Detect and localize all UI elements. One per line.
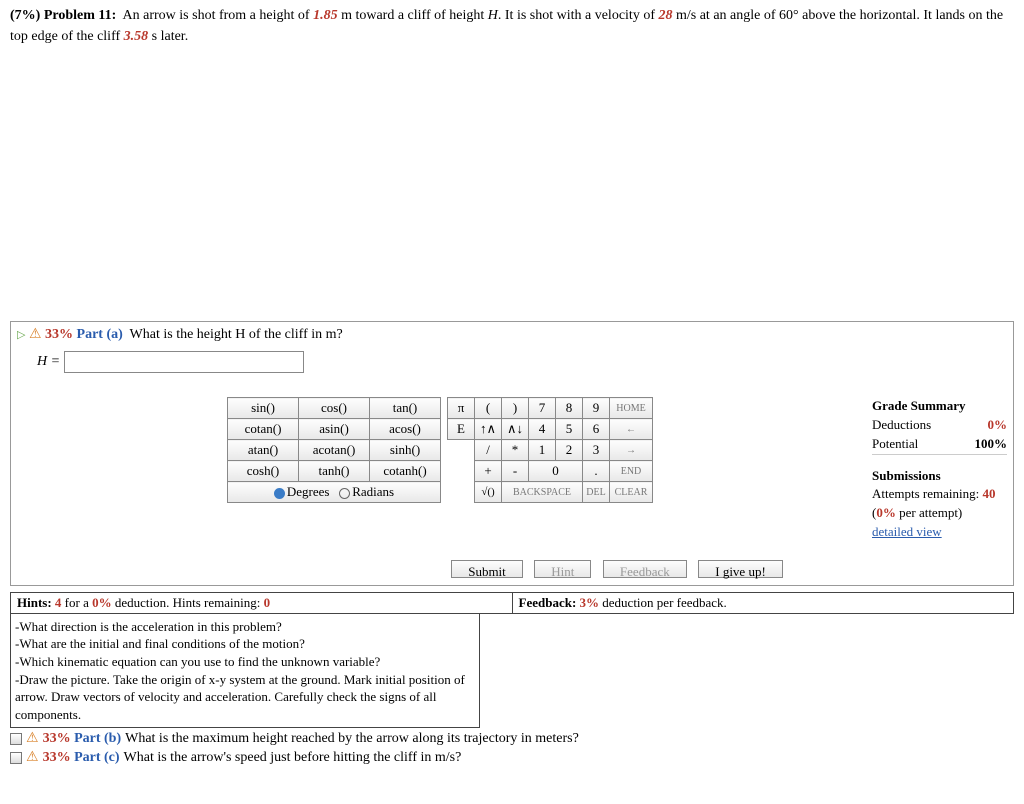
key-tan[interactable]: tan() [370,398,441,419]
hint-item: -What are the initial and final conditio… [15,635,475,653]
hint-item: -Which kinematic equation can you use to… [15,653,475,671]
key-tanh[interactable]: tanh() [299,461,370,482]
key-7[interactable]: 7 [529,398,556,419]
key-asin[interactable]: asin() [299,419,370,440]
key-home[interactable]: HOME [610,398,653,419]
key-del[interactable]: DEL [583,482,610,503]
warn-icon: ⚠ [29,327,42,342]
key-1[interactable]: 1 [529,440,556,461]
key-cos[interactable]: cos() [299,398,370,419]
key-pi[interactable]: π [448,398,475,419]
expand-icon[interactable] [10,752,22,764]
radio-radians[interactable] [339,488,350,499]
answer-input[interactable] [64,351,304,373]
warn-icon: ⚠ [26,749,39,766]
function-pad: sin()cos()tan() cotan()asin()acos() atan… [227,397,441,503]
hint-list: -What direction is the acceleration in t… [10,614,480,728]
key-sinh[interactable]: sinh() [370,440,441,461]
key-5[interactable]: 5 [556,419,583,440]
key-dot[interactable]: . [583,461,610,482]
submit-button[interactable]: Submit [451,560,523,578]
hint-item: -What direction is the acceleration in t… [15,618,475,636]
feedback-button[interactable]: Feedback [603,560,687,578]
detailed-view-link[interactable]: detailed view [872,523,1007,542]
key-mul[interactable]: * [502,440,529,461]
key-acotan[interactable]: acotan() [299,440,370,461]
expand-icon[interactable]: ▷ [17,329,25,341]
part-b-line: ⚠ 33% Part (b) What is the maximum heigh… [10,730,1014,747]
part-c-line: ⚠ 33% Part (c) What is the arrow's speed… [10,749,1014,766]
hint-button[interactable]: Hint [534,560,591,578]
action-row: Submit Hint Feedback I give up! [227,560,1007,581]
key-9[interactable]: 9 [583,398,610,419]
key-cotan[interactable]: cotan() [228,419,299,440]
key-8[interactable]: 8 [556,398,583,419]
key-6[interactable]: 6 [583,419,610,440]
hints-bar: Hints: 4 for a 0% deduction. Hints remai… [10,592,1014,614]
hint-item: -Draw the picture. Take the origin of x-… [15,671,475,724]
angle-mode: Degrees Radians [228,482,441,503]
key-3[interactable]: 3 [583,440,610,461]
radio-degrees[interactable] [274,488,285,499]
key-end[interactable]: END [610,461,653,482]
key-sin[interactable]: sin() [228,398,299,419]
key-2[interactable]: 2 [556,440,583,461]
key-0[interactable]: 0 [529,461,583,482]
key-rparen[interactable]: ) [502,398,529,419]
key-clear[interactable]: CLEAR [610,482,653,503]
key-4[interactable]: 4 [529,419,556,440]
key-div[interactable]: / [475,440,502,461]
expand-icon[interactable] [10,733,22,745]
hints-right: Feedback: 3% deduction per feedback. [513,593,1014,613]
giveup-button[interactable]: I give up! [698,560,783,578]
key-right[interactable]: → [610,440,653,461]
grade-summary: Grade Summary Deductions0% Potential100%… [872,397,1007,542]
key-cotanh[interactable]: cotanh() [370,461,441,482]
problem-pct: (7%) [10,8,40,23]
answer-row: H = [37,351,1007,373]
eq-label: H = [37,354,60,369]
problem-label: Problem 11: [44,8,116,23]
key-sqrt[interactable]: √() [475,482,502,503]
number-pad: π() 789 HOME E↑∧∧↓ 456 ← /* 123 → [447,397,653,503]
key-backspace[interactable]: BACKSPACE [502,482,583,503]
part-a-box: ▷ ⚠ 33% Part (a) What is the height H of… [10,321,1014,586]
hints-left: Hints: 4 for a 0% deduction. Hints remai… [11,593,513,613]
key-cosh[interactable]: cosh() [228,461,299,482]
key-plus[interactable]: + [475,461,502,482]
key-lparen[interactable]: ( [475,398,502,419]
key-sup[interactable]: ↑∧ [475,419,502,440]
key-acos[interactable]: acos() [370,419,441,440]
key-minus[interactable]: - [502,461,529,482]
key-sub[interactable]: ∧↓ [502,419,529,440]
key-left[interactable]: ← [610,419,653,440]
key-atan[interactable]: atan() [228,440,299,461]
key-e[interactable]: E [448,419,475,440]
part-a-title: ▷ ⚠ 33% Part (a) What is the height H of… [17,326,1007,343]
keypad: sin()cos()tan() cotan()asin()acos() atan… [227,397,653,503]
warn-icon: ⚠ [26,730,39,747]
problem-header: (7%) Problem 11: An arrow is shot from a… [10,5,1014,47]
